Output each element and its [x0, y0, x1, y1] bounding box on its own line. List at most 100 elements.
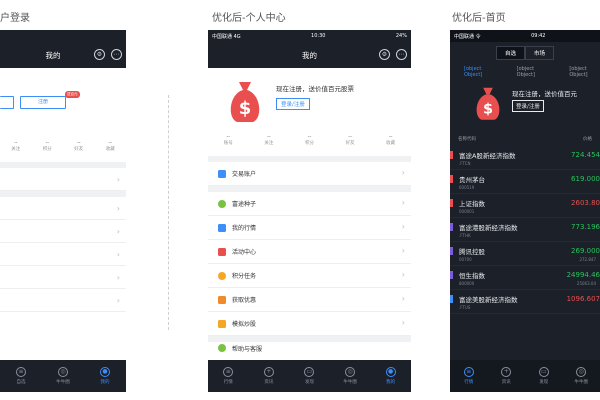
user-icon: ●: [385, 367, 396, 377]
stock-row[interactable]: 腾讯控股 00700 269.000 272.847: [450, 242, 600, 266]
login-register-button[interactable]: 登录/注册: [512, 100, 544, 112]
gear-icon[interactable]: ⚙: [379, 49, 390, 60]
tab-watchlist[interactable]: ≡ 自选: [0, 360, 42, 392]
register-banner: $ 现在注册，送价值百元股票 登录/注册: [208, 68, 411, 134]
login-register-button[interactable]: 登录/注册: [276, 98, 310, 110]
status-bar: [0, 30, 126, 42]
login-card: 注册 送百元 -- 关注 -- 积分 -- 好友 -- 收藏: [0, 68, 126, 162]
tab-all[interactable]: [object Object]: [464, 66, 495, 78]
stock-price: 619.000: [571, 175, 600, 183]
menu-item[interactable]: 活动中心 ›: [208, 240, 411, 264]
stock-price: 269.000: [571, 247, 600, 255]
page-title: 我的: [45, 50, 61, 60]
stock-row[interactable]: 恒生指数 800000 24994.46 25063.04: [450, 266, 600, 290]
tab-news[interactable]: + 资讯: [488, 360, 526, 392]
tab-news[interactable]: + 资讯: [249, 360, 290, 392]
points-icon: [218, 271, 226, 280]
tab-us[interactable]: [object Object]: [569, 66, 600, 78]
stat-item[interactable]: -- 关注: [249, 134, 290, 156]
coupon-icon: [218, 295, 226, 304]
segment-market[interactable]: 市场: [525, 46, 555, 60]
stock-code: 800000: [459, 281, 475, 286]
tab-community[interactable]: ◎ 牛牛圈: [42, 360, 84, 392]
market-marker: [450, 151, 453, 159]
phone-before-profile: 我的 ⚙ ⋯ 注册 送百元 -- 关注 -- 积分 -- 好友 -- 收藏 › › › …: [0, 30, 126, 392]
compass-icon: ◎: [58, 367, 68, 377]
menu-item-trade-account[interactable]: 交易账户 ›: [208, 162, 411, 186]
stock-price: 773.196: [571, 223, 600, 231]
stock-code: .FTUS: [459, 305, 471, 310]
menu-item[interactable]: 积分任务 ›: [208, 264, 411, 288]
chevron-right-icon: ›: [401, 318, 405, 327]
chart-icon: ≡: [223, 367, 234, 377]
register-button[interactable]: [0, 96, 14, 109]
menu-item[interactable]: 模拟炒股 ›: [208, 312, 411, 336]
chevron-right-icon: ›: [116, 296, 120, 305]
simulate-icon: [218, 319, 226, 328]
list-header: 名称代码 价格: [450, 132, 600, 146]
stock-code: 600519: [459, 185, 475, 190]
menu-item[interactable]: 获取优惠 ›: [208, 288, 411, 312]
menu-row[interactable]: ›: [0, 197, 126, 220]
stat-item[interactable]: -- 好友: [330, 134, 371, 156]
tab-discover[interactable]: ▭ 发现: [289, 360, 330, 392]
gear-icon[interactable]: ⚙: [94, 49, 105, 60]
segment-watchlist[interactable]: 自选: [495, 46, 525, 60]
tab-quotes[interactable]: ≡ 行情: [208, 360, 249, 392]
stock-price: 2603.80: [571, 199, 600, 207]
stock-code: .FTHK: [459, 233, 471, 238]
phone-home-optimized: 中国联通 令 09:42 自选 市场 [object Object] [obje…: [450, 30, 600, 392]
tab-discover[interactable]: ▭ 发现: [525, 360, 563, 392]
tab-me[interactable]: ● 我的: [84, 360, 126, 392]
stock-row[interactable]: 富途美股新经济指数 .FTUS 1096.607: [450, 290, 600, 314]
tab-community[interactable]: ◎ 牛牛圈: [563, 360, 600, 392]
chevron-right-icon: ›: [401, 246, 405, 255]
stat-item[interactable]: -- 收藏: [370, 134, 411, 156]
stat-item[interactable]: -- 关注: [0, 140, 32, 152]
list-icon: ≡: [16, 367, 26, 377]
plus-icon: +: [263, 367, 274, 377]
stock-price: 1096.607: [566, 295, 600, 303]
menu-item[interactable]: 我的行情 ›: [208, 216, 411, 240]
stock-row[interactable]: 贵州茅台 600519 619.000: [450, 170, 600, 194]
menu-row[interactable]: ›: [0, 289, 126, 312]
message-icon[interactable]: ⋯: [111, 49, 122, 60]
stock-name: 腾讯控股: [459, 248, 485, 256]
stock-row[interactable]: 上证指数 000001 2603.80: [450, 194, 600, 218]
col-price[interactable]: 价格: [583, 136, 592, 142]
stats-row: -- 账号 -- 关注 -- 积分 -- 好友 -- 收藏: [208, 134, 411, 156]
stat-item[interactable]: -- 账号: [208, 134, 249, 156]
tab-community[interactable]: ◎ 牛牛圈: [330, 360, 371, 392]
promo-badge: 送百元: [65, 91, 80, 98]
market-tabs: [object Object] [object Object] [object …: [450, 64, 600, 80]
menu-row[interactable]: ›: [0, 220, 126, 243]
nav-bar: 我的 ⚙ ⋯: [208, 42, 411, 68]
menu-row[interactable]: ›: [0, 243, 126, 266]
market-marker: [450, 175, 453, 183]
stat-item[interactable]: -- 积分: [32, 140, 64, 152]
stock-name: 恒生指数: [459, 272, 485, 280]
login-button[interactable]: 注册: [20, 96, 66, 109]
stat-item[interactable]: -- 积分: [289, 134, 330, 156]
seed-icon: [218, 199, 226, 208]
stock-row[interactable]: 富途港股新经济指数 .FTHK 773.196: [450, 218, 600, 242]
tab-me[interactable]: ● 我的: [370, 360, 411, 392]
menu-item[interactable]: 富途种子 ›: [208, 192, 411, 216]
stock-price: 724.454: [571, 151, 600, 159]
page-title: 我的: [302, 50, 317, 60]
dashed-divider: [168, 95, 169, 330]
menu-row[interactable]: ›: [0, 266, 126, 289]
chevron-right-icon: ›: [401, 222, 405, 231]
menu-item-help[interactable]: 帮助与客服: [208, 342, 411, 356]
stock-name: 富途美股新经济指数: [459, 296, 518, 304]
tab-hk[interactable]: [object Object]: [517, 66, 548, 78]
message-icon[interactable]: ⋯: [396, 49, 407, 60]
menu-row[interactable]: ›: [0, 168, 126, 191]
battery-label: 24%: [395, 33, 407, 39]
stat-item[interactable]: -- 收藏: [95, 140, 127, 152]
stat-item[interactable]: -- 好友: [63, 140, 95, 152]
tab-quotes[interactable]: ≡ 行情: [450, 360, 488, 392]
stock-row[interactable]: 富途A股新经济指数 .FTCN 724.454: [450, 146, 600, 170]
stock-name: 富途港股新经济指数: [459, 224, 518, 232]
stock-name: 上证指数: [459, 200, 485, 208]
